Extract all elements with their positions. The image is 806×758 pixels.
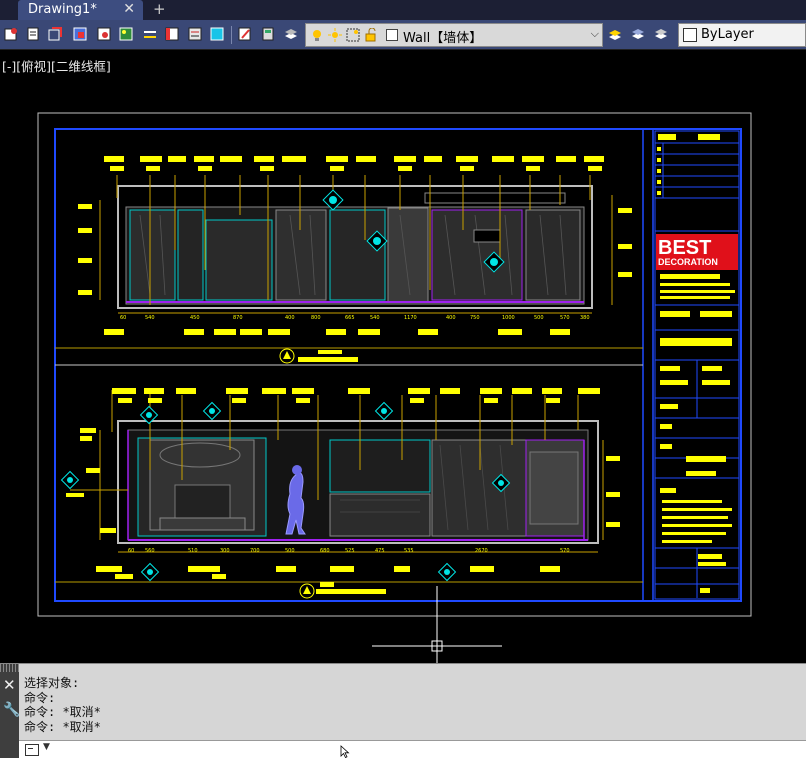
layer-manager-icon[interactable] bbox=[607, 26, 623, 42]
svg-text:750: 750 bbox=[470, 315, 480, 321]
layer-match-icon[interactable] bbox=[47, 26, 63, 42]
command-input-row: ▼ bbox=[19, 740, 806, 758]
svg-text:540: 540 bbox=[370, 315, 380, 321]
tab-label: Drawing1* bbox=[28, 2, 97, 17]
layer-unlocked-icon[interactable] bbox=[364, 28, 378, 42]
history-line: 命令: bbox=[24, 690, 56, 705]
svg-text:510: 510 bbox=[188, 548, 198, 554]
toolbar-separator bbox=[231, 26, 232, 44]
edit-icon[interactable] bbox=[237, 26, 253, 42]
svg-text:535: 535 bbox=[404, 548, 414, 554]
svg-text:2670: 2670 bbox=[475, 548, 488, 554]
lower-elevation: 60 560 510 300 700 500 680 525 475 535 2670 570 bbox=[60, 388, 620, 599]
svg-text:60: 60 bbox=[128, 548, 134, 554]
svg-text:540: 540 bbox=[145, 315, 155, 321]
color-swatch bbox=[683, 28, 697, 42]
panel-grip[interactable] bbox=[0, 664, 19, 672]
toolbar: Wall【墙体】 ⌵ ByLayer bbox=[0, 20, 806, 50]
svg-text:380: 380 bbox=[580, 315, 590, 321]
layer-previous-icon[interactable] bbox=[630, 26, 646, 42]
svg-text:1000: 1000 bbox=[502, 315, 515, 321]
layer-thaw-sun-icon[interactable] bbox=[328, 28, 342, 42]
crosshair-cursor bbox=[372, 586, 502, 663]
recent-commands-chevron-icon[interactable]: ▼ bbox=[43, 742, 50, 752]
command-line-panel: ✕ 🔧 选择对象: 命令: 命令: *取消* 命令: *取消* ▼ bbox=[0, 663, 806, 758]
select-window-icon[interactable] bbox=[72, 26, 88, 42]
svg-text:665: 665 bbox=[345, 315, 355, 321]
svg-text:1170: 1170 bbox=[404, 315, 417, 321]
svg-text:570: 570 bbox=[560, 548, 570, 554]
mouse-pointer-icon bbox=[340, 745, 350, 758]
history-line: 选择对象: bbox=[24, 676, 80, 690]
svg-text:680: 680 bbox=[320, 548, 330, 554]
command-input[interactable] bbox=[59, 742, 659, 758]
svg-text:60: 60 bbox=[120, 315, 126, 321]
layer-dropdown[interactable]: Wall【墙体】 ⌵ bbox=[305, 23, 603, 47]
color-dropdown[interactable]: ByLayer bbox=[678, 23, 806, 47]
design-center-icon[interactable] bbox=[209, 26, 225, 42]
customize-wrench-icon[interactable]: 🔧 bbox=[3, 702, 20, 718]
drawing-utilities-icon[interactable] bbox=[3, 26, 19, 42]
history-line: 命令: *取消* bbox=[24, 719, 101, 734]
layer-states-icon[interactable] bbox=[283, 26, 299, 42]
block-icon[interactable] bbox=[96, 26, 112, 42]
drawing-canvas[interactable]: BEST DECORATION 60 540 450 870 400 800 6… bbox=[0, 50, 806, 663]
properties-icon[interactable] bbox=[187, 26, 203, 42]
close-tab-icon[interactable]: ✕ bbox=[123, 0, 135, 19]
command-prompt-icon[interactable] bbox=[25, 744, 39, 756]
svg-text:560: 560 bbox=[145, 548, 155, 554]
svg-text:475: 475 bbox=[375, 548, 385, 554]
svg-text:400: 400 bbox=[446, 315, 456, 321]
table-icon[interactable] bbox=[164, 26, 180, 42]
svg-text:525: 525 bbox=[345, 548, 355, 554]
layer-on-bulb-icon[interactable] bbox=[310, 28, 324, 42]
image-icon[interactable] bbox=[118, 26, 134, 42]
measure-icon[interactable] bbox=[142, 26, 158, 42]
layer-viewport-icon[interactable] bbox=[346, 28, 360, 42]
svg-text:870: 870 bbox=[233, 315, 243, 321]
layer-isolate-icon[interactable] bbox=[653, 26, 669, 42]
svg-text:450: 450 bbox=[190, 315, 200, 321]
color-value: ByLayer bbox=[701, 27, 754, 42]
close-icon[interactable]: ✕ bbox=[3, 678, 16, 693]
title-block: BEST DECORATION bbox=[654, 130, 740, 600]
logo-text: BEST bbox=[658, 237, 711, 259]
layer-color-swatch[interactable] bbox=[386, 29, 398, 41]
layer-name: Wall【墙体】 bbox=[403, 31, 483, 46]
command-panel-handle[interactable]: ✕ 🔧 bbox=[0, 664, 20, 758]
svg-text:300: 300 bbox=[220, 548, 230, 554]
tab-drawing1[interactable]: Drawing1* ✕ bbox=[18, 0, 143, 20]
svg-text:800: 800 bbox=[311, 315, 321, 321]
logo-subtext: DECORATION bbox=[658, 257, 718, 267]
print-icon[interactable] bbox=[25, 26, 41, 42]
upper-elevation: 60 540 450 870 400 800 665 540 1170 400 750 1000 … bbox=[78, 156, 632, 364]
calculator-icon[interactable] bbox=[260, 26, 276, 42]
new-tab-button[interactable]: + bbox=[153, 0, 166, 19]
command-history: 选择对象: 命令: 命令: *取消* 命令: *取消* bbox=[24, 676, 101, 734]
svg-text:500: 500 bbox=[534, 315, 544, 321]
svg-text:500: 500 bbox=[285, 548, 295, 554]
svg-text:570: 570 bbox=[560, 315, 570, 321]
chevron-down-icon[interactable]: ⌵ bbox=[591, 27, 599, 41]
document-tab-bar: Drawing1* ✕ + bbox=[0, 0, 806, 20]
history-line: 命令: *取消* bbox=[24, 705, 101, 719]
svg-text:700: 700 bbox=[250, 548, 260, 554]
svg-text:400: 400 bbox=[285, 315, 295, 321]
